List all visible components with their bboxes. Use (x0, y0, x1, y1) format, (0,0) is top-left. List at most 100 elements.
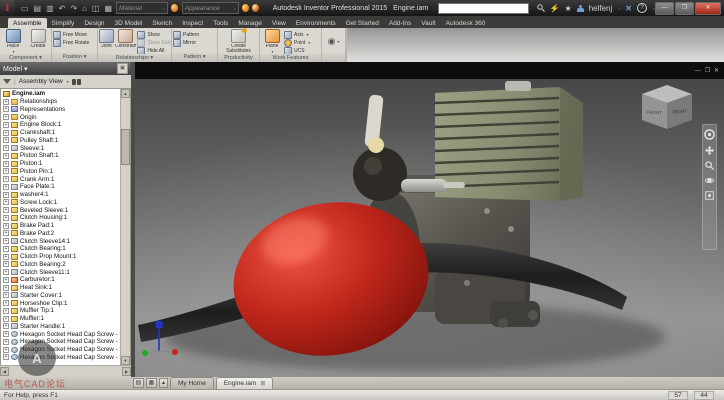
orbit-icon[interactable] (705, 176, 714, 185)
expander-icon[interactable]: + (3, 277, 9, 283)
scroll-down-icon[interactable]: ▼ (121, 356, 130, 365)
ribbon-tab-3d-model[interactable]: 3D Model (110, 18, 148, 28)
tree-item[interactable]: +Crankshaft:1 (1, 129, 121, 137)
expander-icon[interactable]: + (3, 269, 9, 275)
scrollbar-thumb[interactable] (121, 129, 130, 165)
material-sphere-icon[interactable] (171, 4, 178, 12)
tab-my-home[interactable]: My Home (170, 377, 214, 389)
help-icon[interactable]: ? (637, 3, 647, 13)
new-file-icon[interactable]: ▭ (21, 4, 29, 13)
pan-icon[interactable] (705, 146, 714, 155)
constrain-button[interactable]: Constrain (115, 29, 136, 49)
search-icon[interactable] (537, 4, 545, 12)
appearance-sphere-icon[interactable] (242, 4, 249, 12)
tree-item[interactable]: +Clutch Bearing:1 (1, 245, 121, 253)
expander-icon[interactable]: + (3, 347, 9, 353)
expander-icon[interactable]: + (3, 114, 9, 120)
expander-icon[interactable]: + (3, 223, 9, 229)
expander-icon[interactable]: + (3, 246, 9, 252)
expander-icon[interactable]: + (3, 354, 9, 360)
expander-icon[interactable]: + (3, 300, 9, 306)
tile-windows-icon[interactable]: ▦ (146, 378, 157, 388)
expander-icon[interactable]: + (3, 207, 9, 213)
expander-icon[interactable]: + (3, 215, 9, 221)
expander-icon[interactable]: + (3, 323, 9, 329)
expander-icon[interactable]: + (3, 230, 9, 236)
appearance-dropdown[interactable]: Appearance▾ (182, 2, 239, 14)
tree-item[interactable]: +Heat Sink:1 (1, 284, 121, 292)
axis-button[interactable]: Axis▾ (284, 31, 310, 38)
tree-item[interactable]: +Representations (1, 106, 121, 114)
user-avatar-icon[interactable] (577, 5, 584, 12)
home-icon[interactable]: ⌂ (82, 4, 87, 13)
expander-icon[interactable]: + (3, 339, 9, 345)
expander-icon[interactable]: + (3, 153, 9, 159)
tree-item[interactable]: +Piston Shaft:1 (1, 152, 121, 160)
tree-item[interactable]: +Sleeve:1 (1, 144, 121, 152)
tree-item[interactable]: +Clutch Housing:1 (1, 214, 121, 222)
ribbon-tab-tools[interactable]: Tools (208, 18, 233, 28)
browser-options-icon[interactable]: ▣ (117, 63, 128, 74)
tree-item[interactable]: +Engine Block:1 (1, 121, 121, 129)
ribbon-tab-autodesk-360[interactable]: Autodesk 360 (441, 18, 491, 28)
adjust-sphere-icon[interactable] (252, 4, 259, 12)
tree-item[interactable]: +Muffler:1 (1, 315, 121, 323)
expander-icon[interactable]: + (3, 145, 9, 151)
tree-item[interactable]: +Starter Cover:1 (1, 292, 121, 300)
expander-icon[interactable]: + (3, 106, 9, 112)
navigation-bar[interactable] (702, 124, 717, 250)
tree-item[interactable]: +Starter Handle:1 (1, 323, 121, 331)
plane-button[interactable]: Plane▾ (261, 29, 283, 54)
expander-icon[interactable]: + (3, 308, 9, 314)
expander-icon[interactable]: + (3, 192, 9, 198)
expander-icon[interactable]: + (3, 122, 9, 128)
vertical-scrollbar[interactable]: ▲ ▼ (120, 89, 130, 365)
expand-tabs-icon[interactable]: ▴ (159, 378, 168, 388)
doc-restore-button[interactable]: ❐ (705, 67, 710, 74)
free-move-button[interactable]: Free Move (53, 31, 89, 38)
tree-item[interactable]: +Brake Pad:1 (1, 222, 121, 230)
expander-icon[interactable]: + (3, 130, 9, 136)
expander-icon[interactable]: + (3, 331, 9, 337)
expander-icon[interactable]: + (3, 161, 9, 167)
ribbon-tab-sketch[interactable]: Sketch (147, 18, 177, 28)
scroll-right-icon[interactable]: ▶ (122, 367, 131, 376)
expander-icon[interactable]: + (3, 285, 9, 291)
ribbon-tab-simplify[interactable]: Simplify (47, 18, 80, 28)
view-cube[interactable]: FRONT RIGHT (642, 85, 692, 129)
tree-item[interactable]: +Beveled Sleeve:1 (1, 206, 121, 214)
expander-icon[interactable]: + (3, 184, 9, 190)
render-icon[interactable]: ◫ (92, 4, 100, 13)
pattern-button[interactable]: Pattern (173, 31, 199, 38)
scroll-left-icon[interactable]: ◀ (0, 367, 9, 376)
tab-close-icon[interactable]: ⊠ (260, 381, 265, 387)
close-button[interactable]: ✕ (695, 2, 721, 15)
mirror-button[interactable]: Mirror (173, 39, 199, 46)
tree-item[interactable]: +Clutch Bearing:2 (1, 261, 121, 269)
assembly-view-dropdown[interactable]: Assembly View (19, 78, 63, 85)
tree-item[interactable]: Engine.iam (1, 90, 121, 98)
ribbon-tab-inspect[interactable]: Inspect (177, 18, 208, 28)
filter-icon[interactable] (3, 79, 11, 84)
exchange-apps-icon[interactable]: ✕ (625, 4, 632, 13)
scroll-up-icon[interactable]: ▲ (121, 89, 130, 98)
point-button[interactable]: Point▾ (284, 39, 310, 46)
tree-item[interactable]: +Brake Pad:2 (1, 230, 121, 238)
hide-all-button[interactable]: Hide All (137, 47, 170, 54)
look-at-icon[interactable] (705, 191, 714, 200)
free-rotate-button[interactable]: Free Rotate (53, 39, 89, 46)
place-button[interactable]: Place▾ (1, 29, 25, 54)
ribbon-tab-get-started[interactable]: Get Started (341, 18, 384, 28)
ribbon-tab-add-ins[interactable]: Add-Ins (384, 18, 416, 28)
panel-label-component[interactable]: Component ▾ (0, 54, 51, 62)
ucs-button[interactable]: UCS (284, 47, 310, 54)
expander-icon[interactable]: + (3, 99, 9, 105)
doc-close-button[interactable]: ✕ (714, 67, 719, 74)
ribbon-tab-assemble[interactable]: Assemble (8, 18, 47, 28)
tree-item[interactable]: +Hexagon Socket Head Cap Screw - Inch No… (1, 330, 121, 338)
tree-item[interactable]: +Hexagon Socket Head Cap Screw - Inch No… (1, 338, 121, 346)
minimize-button[interactable]: — (655, 2, 674, 15)
expander-icon[interactable]: + (3, 254, 9, 260)
ribbon-tab-manage[interactable]: Manage (233, 18, 267, 28)
joint-button[interactable]: Joint (99, 29, 114, 49)
